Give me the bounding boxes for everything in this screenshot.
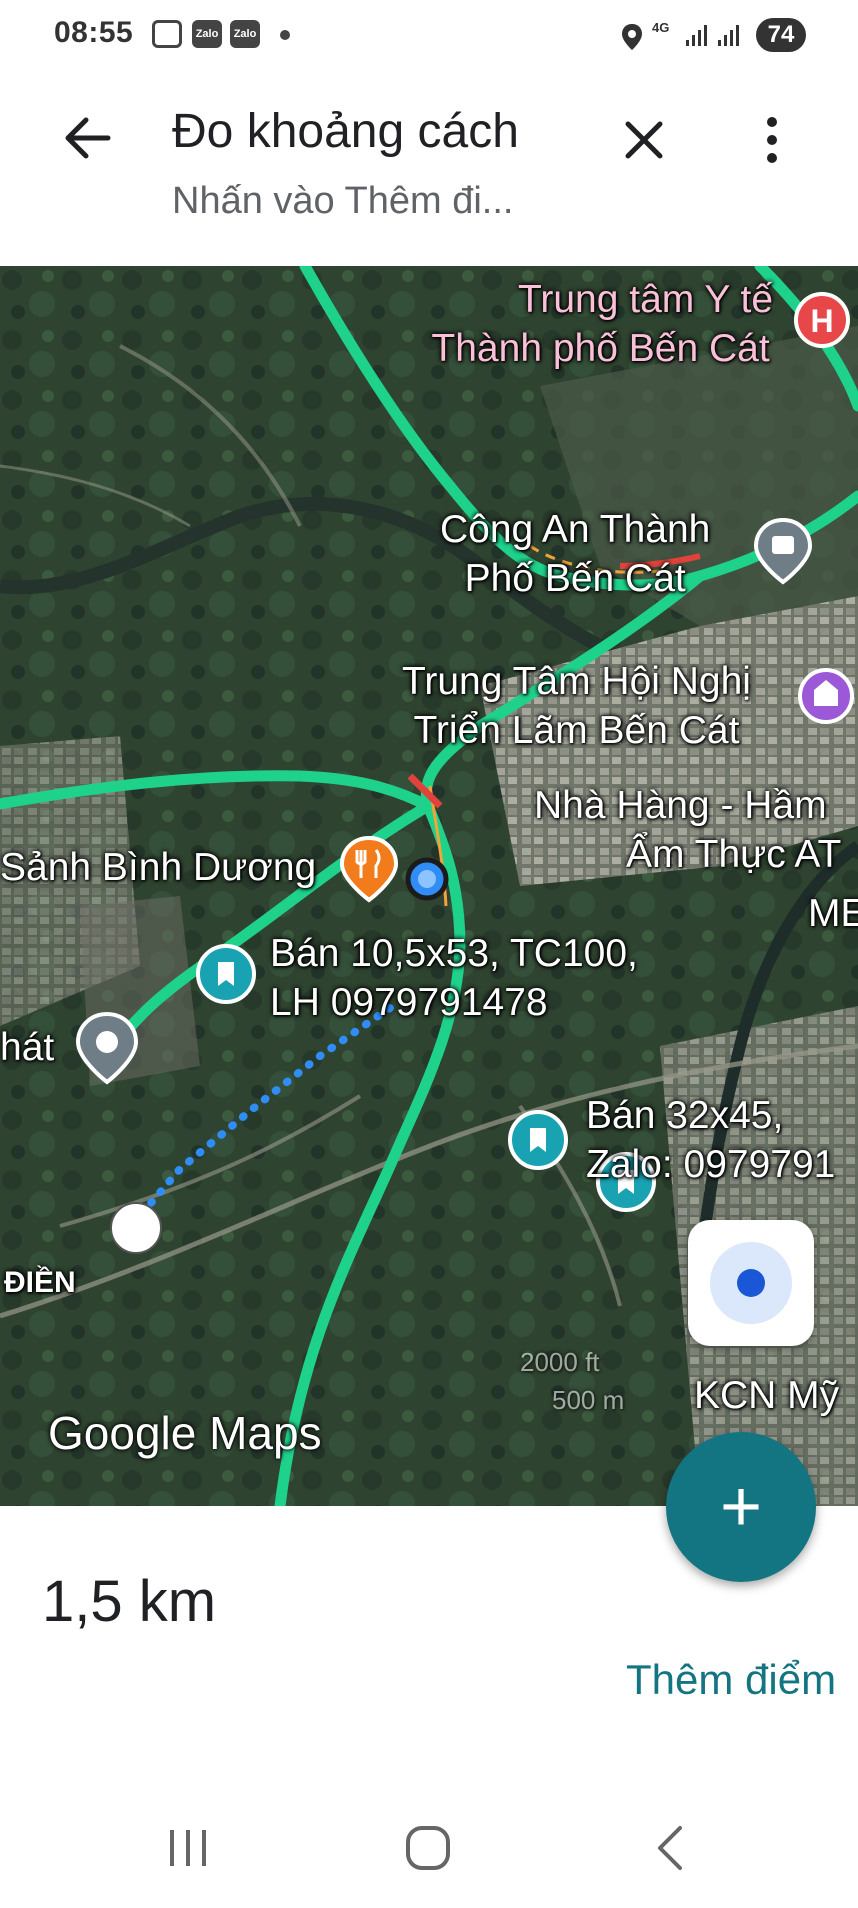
svg-text:H: H: [810, 303, 833, 339]
back-icon[interactable]: [652, 1824, 688, 1872]
me-label: ME: [808, 892, 858, 935]
restaurant-label: Nhà Hàng - Hầm Ẩm Thực AT: [534, 782, 841, 880]
distance-value: 1,5 km: [42, 1569, 217, 1634]
hospital-label-line2: Thành phố Bến Cát: [431, 326, 770, 370]
system-nav-bar: [0, 1790, 858, 1908]
convention-label: Trung Tâm Hội Nghị Triển Lãm Bến Cát: [402, 658, 751, 756]
police-pin-icon[interactable]: [750, 516, 816, 586]
location-icon: [622, 24, 642, 50]
restaurant-label-line2: Ẩm Thực AT: [626, 832, 842, 876]
police-label-line1: Công An Thành: [440, 508, 711, 551]
hospital-pin-icon[interactable]: H: [792, 290, 852, 360]
add-point-button[interactable]: Thêm điểm: [626, 1656, 836, 1704]
google-maps-logo: Google Maps: [48, 1407, 322, 1459]
scale-m: 500 m: [552, 1385, 625, 1415]
convention-pin-icon[interactable]: [796, 666, 856, 726]
back-arrow-icon[interactable]: [58, 108, 118, 168]
restaurant-label-line1: Nhà Hàng - Hầm: [534, 784, 827, 827]
dien-label: ĐIỀN: [4, 1266, 76, 1299]
bookmark-pin-icon[interactable]: [194, 942, 258, 1006]
more-vert-icon[interactable]: [752, 110, 792, 170]
my-location-icon: [737, 1269, 765, 1297]
hospital-label: Trung tâm Y tế Thành phố Bến Cát: [428, 276, 773, 374]
signal-icon: [686, 25, 707, 46]
recents-icon[interactable]: [166, 1826, 210, 1870]
my-location-button[interactable]: [688, 1220, 814, 1346]
convention-label-line1: Trung Tâm Hội Nghị: [402, 660, 751, 703]
police-label: Công An Thành Phố Bến Cát: [440, 506, 710, 604]
listing-1-line2: LH 0979791478: [270, 980, 548, 1024]
nhat-label: hát: [0, 1026, 55, 1069]
network-type: 4G: [652, 20, 670, 35]
add-point-fab[interactable]: +: [666, 1432, 816, 1582]
status-bar: 08:55 Zalo Zalo 4G 74: [0, 0, 858, 70]
page-title: Đo khoảng cách: [172, 105, 519, 158]
listing-1-line1: Bán 10,5x53, TC100,: [270, 932, 638, 975]
listing-1-label: Bán 10,5x53, TC100, LH 0979791478: [270, 930, 638, 1028]
notification-dot: [280, 30, 290, 40]
route-start-marker[interactable]: [404, 856, 450, 902]
zalo-icon: Zalo: [230, 20, 260, 48]
restaurant-pin-icon[interactable]: [336, 834, 402, 904]
screenshot-icon: [152, 20, 182, 48]
listing-2-line1: Bán 32x45,: [586, 1094, 784, 1137]
convention-label-line2: Triển Lãm Bến Cát: [413, 708, 740, 752]
plus-icon: +: [719, 1467, 763, 1547]
police-label-line2: Phố Bến Cát: [464, 556, 686, 600]
status-time: 08:55: [54, 16, 134, 49]
page-subtitle: Nhấn vào Thêm đi...: [172, 180, 514, 222]
sanh-label: Sảnh Bình Dương: [0, 846, 317, 889]
listing-2-label: Bán 32x45, Zalo: 0979791: [586, 1092, 835, 1190]
route-end-marker[interactable]: [106, 1198, 166, 1258]
signal-icon: [718, 25, 739, 46]
app-bar: Đo khoảng cách Nhấn vào Thêm đi...: [0, 70, 858, 266]
hospital-label-line1: Trung tâm Y tế: [518, 278, 774, 321]
home-icon[interactable]: [404, 1824, 452, 1872]
battery-indicator: 74: [756, 18, 806, 52]
listing-2-line2: Zalo: 0979791: [586, 1142, 836, 1186]
kcn-label: KCN Mỹ: [694, 1374, 840, 1417]
close-icon[interactable]: [614, 110, 674, 170]
scale-ft: 2000 ft: [520, 1347, 600, 1377]
bookmark-pin-icon[interactable]: [506, 1108, 570, 1172]
zalo-icon: Zalo: [192, 20, 222, 48]
place-pin-icon[interactable]: [72, 1010, 142, 1086]
